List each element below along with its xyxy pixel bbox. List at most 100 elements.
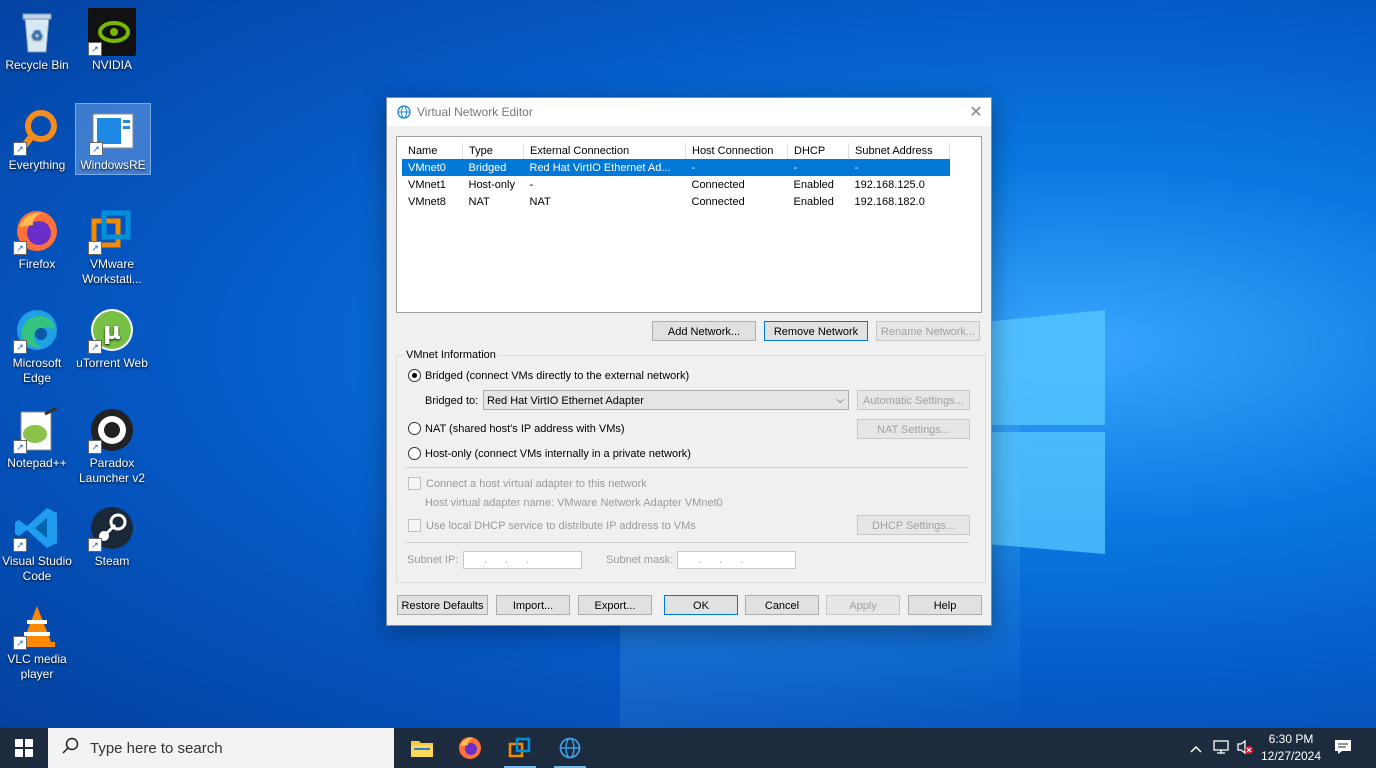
close-icon[interactable]: ✕: [961, 102, 991, 122]
volume-muted-icon: [1236, 739, 1254, 758]
bridged-radio-label: Bridged (connect VMs directly to the ext…: [425, 369, 690, 382]
desktop-icon-label: Firefox: [18, 257, 56, 271]
subnet-mask-input[interactable]: ...: [677, 551, 796, 569]
bridged-to-select[interactable]: Red Hat VirtIO Ethernet Adapter ⌵: [483, 390, 849, 410]
checkbox-box: [408, 519, 421, 532]
cell-subnet-address: 192.168.125.0: [854, 178, 925, 191]
cell-dhcp: Enabled: [793, 178, 834, 191]
taskbar-clock[interactable]: 6:30 PM 12/27/2024: [1256, 731, 1326, 765]
taskbar-search-box[interactable]: Type here to search: [48, 728, 394, 768]
divider: [406, 542, 969, 543]
radio-selected-indicator: [408, 369, 421, 382]
dhcp-checkbox[interactable]: Use local DHCP service to distribute IP …: [408, 519, 696, 532]
desktop-icon-edge[interactable]: ↗ Microsoft Edge: [0, 302, 74, 386]
taskbar-virtual-network-editor[interactable]: [546, 728, 594, 768]
desktop-icon-label: Paradox Launcher v2: [78, 456, 146, 485]
edge-icon: ↗: [13, 306, 61, 354]
column-header-subnet-address[interactable]: Subnet Address: [848, 143, 950, 159]
cancel-button[interactable]: Cancel: [745, 595, 819, 615]
automatic-settings-button[interactable]: Automatic Settings...: [857, 390, 970, 410]
cell-type: Host-only: [468, 178, 515, 191]
vmnet-information-label: VMnet Information: [404, 349, 498, 361]
desktop-icon-label: VLC media player: [7, 652, 67, 681]
cell-dhcp: -: [787, 159, 849, 176]
vlc-icon: ↗: [13, 602, 61, 650]
import-button[interactable]: Import...: [496, 595, 570, 615]
connect-adapter-checkbox[interactable]: Connect a host virtual adapter to this n…: [408, 477, 647, 490]
rename-network-button[interactable]: Rename Network...: [876, 321, 980, 341]
column-header-type[interactable]: Type: [462, 143, 524, 159]
clock-date: 12/27/2024: [1260, 749, 1322, 763]
cell-subnet-address: 192.168.182.0: [854, 195, 925, 208]
export-button[interactable]: Export...: [578, 595, 652, 615]
column-header-name[interactable]: Name: [402, 143, 463, 159]
desktop-icon-vmware[interactable]: ↗ VMware Workstati...: [75, 203, 149, 287]
firefox-icon: [459, 737, 481, 759]
desktop-icon-nvidia[interactable]: ↗ NVIDIA: [75, 4, 149, 73]
nat-settings-button[interactable]: NAT Settings...: [857, 419, 970, 439]
notification-icon: [1334, 739, 1352, 758]
remove-network-button[interactable]: Remove Network: [764, 321, 868, 341]
tray-network[interactable]: [1213, 728, 1231, 768]
dialog-titlebar[interactable]: Virtual Network Editor ✕: [387, 98, 991, 126]
taskbar-file-explorer[interactable]: [398, 728, 446, 768]
radio-indicator: [408, 422, 421, 435]
subnet-ip-input[interactable]: ...: [463, 551, 582, 569]
taskbar-firefox[interactable]: [446, 728, 494, 768]
table-row[interactable]: VMnet0 Bridged Red Hat VirtIO Ethernet A…: [402, 159, 950, 176]
nat-radio[interactable]: NAT (shared host's IP address with VMs): [408, 422, 625, 435]
host-only-radio[interactable]: Host-only (connect VMs internally in a p…: [408, 447, 691, 460]
table-row[interactable]: VMnet1 Host-only - Connected Enabled 192…: [402, 176, 950, 193]
desktop-icon-firefox[interactable]: ↗ Firefox: [0, 203, 74, 272]
cell-external-connection: -: [529, 178, 534, 191]
taskbar-vmware[interactable]: [496, 728, 544, 768]
desktop-icon-windowsre[interactable]: ↗ WindowsRE: [75, 103, 151, 175]
desktop-icon-utorrent[interactable]: µ ↗ uTorrent Web: [75, 302, 149, 371]
action-center-button[interactable]: [1334, 728, 1352, 768]
cell-host-connection: Connected: [691, 178, 745, 191]
apply-button[interactable]: Apply: [826, 595, 900, 615]
desktop-icon-label: uTorrent Web: [76, 356, 148, 370]
column-header-dhcp[interactable]: DHCP: [787, 143, 849, 159]
table-row[interactable]: VMnet8 NAT NAT Connected Enabled 192.168…: [402, 193, 950, 210]
notepadpp-icon: ↗: [13, 406, 61, 454]
svg-text:♻: ♻: [31, 27, 44, 43]
bridged-radio[interactable]: Bridged (connect VMs directly to the ext…: [408, 369, 689, 382]
column-header-external-connection[interactable]: External Connection: [523, 143, 686, 159]
nvidia-icon: ↗: [88, 8, 136, 56]
dhcp-settings-button[interactable]: DHCP Settings...: [857, 515, 970, 535]
tray-show-hidden-icons[interactable]: [1190, 728, 1202, 768]
clock-time: 6:30 PM: [1268, 732, 1314, 746]
desktop-icon-steam[interactable]: ↗ Steam: [75, 500, 149, 569]
paradox-icon: ↗: [88, 406, 136, 454]
desktop-icon-notepadpp[interactable]: ↗ Notepad++: [0, 402, 74, 471]
desktop-icon-everything[interactable]: ↗ Everything: [0, 104, 74, 173]
start-button[interactable]: [0, 728, 48, 768]
desktop-icon-recycle-bin[interactable]: ♻ Recycle Bin: [0, 4, 74, 73]
desktop-icon-vlc[interactable]: ↗ VLC media player: [0, 598, 74, 682]
cell-host-connection: Connected: [691, 195, 745, 208]
virtual-network-editor-dialog: Virtual Network Editor ✕ Name Type Exter…: [386, 97, 992, 626]
subnet-ip-label: Subnet IP:: [407, 554, 459, 566]
tray-volume[interactable]: [1236, 728, 1254, 768]
network-list[interactable]: Name Type External Connection Host Conne…: [396, 136, 982, 313]
folder-icon: [411, 741, 433, 757]
ok-button[interactable]: OK: [664, 595, 738, 615]
help-button[interactable]: Help: [908, 595, 982, 615]
nat-radio-label: NAT (shared host's IP address with VMs): [425, 422, 625, 435]
add-network-button[interactable]: Add Network...: [652, 321, 756, 341]
globe-icon: [559, 737, 581, 759]
restore-defaults-button[interactable]: Restore Defaults: [397, 595, 488, 615]
desktop-icon-label: Microsoft Edge: [12, 356, 62, 385]
vmware-icon: ↗: [88, 207, 136, 255]
bridged-to-label: Bridged to:: [425, 395, 479, 407]
subnet-mask-label: Subnet mask:: [606, 554, 674, 566]
taskbar: Type here to search 6:30 PM 12/27/2024: [0, 728, 1376, 768]
radio-indicator: [408, 447, 421, 460]
desktop-icon-vscode[interactable]: ↗ Visual Studio Code: [0, 500, 74, 584]
column-header-host-connection[interactable]: Host Connection: [685, 143, 788, 159]
svg-text:µ: µ: [103, 317, 121, 345]
dialog-title: Virtual Network Editor: [417, 105, 533, 119]
globe-icon: [397, 105, 411, 119]
desktop-icon-paradox[interactable]: ↗ Paradox Launcher v2: [75, 402, 149, 486]
